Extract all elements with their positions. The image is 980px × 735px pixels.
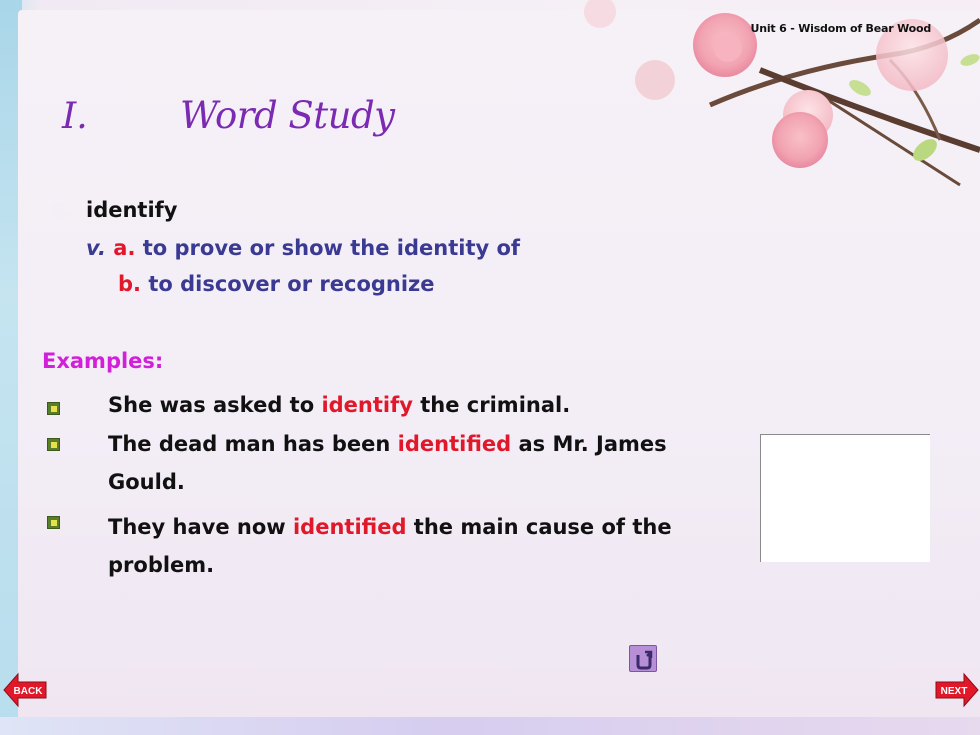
next-arrow-icon: NEXT: [935, 672, 979, 708]
return-button[interactable]: [629, 645, 657, 672]
headword: identify: [86, 198, 178, 222]
definition-text-a: to prove or show the identity of: [142, 236, 521, 260]
definition-a: v. a. to prove or show the identity of: [86, 236, 520, 260]
example-sentence: She was asked to identify the criminal.: [108, 386, 570, 424]
section-number: I.: [62, 96, 88, 137]
back-arrow-icon: BACK: [3, 672, 47, 708]
example-highlight: identified: [397, 432, 512, 456]
part-of-speech: v.: [86, 236, 106, 260]
unit-label: Unit 6 - Wisdom of Bear Wood: [750, 22, 932, 35]
next-button[interactable]: NEXT: [934, 671, 980, 709]
bottom-band: [0, 717, 980, 735]
definition-marker-a: a.: [113, 236, 136, 260]
example-text: They have now: [108, 515, 293, 539]
page-title: Word Study: [180, 94, 395, 137]
examples-label: Examples:: [42, 349, 164, 373]
media-placeholder-box: [760, 434, 930, 562]
back-button[interactable]: BACK: [2, 671, 48, 709]
svg-text:NEXT: NEXT: [941, 686, 968, 697]
square-bullet-icon: [47, 438, 60, 451]
example-highlight: identified: [292, 515, 407, 539]
example-text: The dead man has been: [108, 432, 398, 456]
definition-marker-b: b.: [118, 272, 142, 296]
square-bullet-icon: [47, 516, 60, 529]
example-text: the criminal.: [412, 393, 571, 417]
square-bullet-icon: [47, 402, 60, 415]
example-sentence: The dead man has been identified as Mr. …: [108, 425, 728, 501]
svg-text:BACK: BACK: [14, 686, 44, 697]
example-sentence: They have now identified the main cause …: [108, 508, 738, 584]
word-number: 8.: [52, 199, 75, 223]
example-highlight: identify: [321, 393, 413, 417]
definition-b: b. to discover or recognize: [118, 272, 435, 296]
definition-text-b: to discover or recognize: [148, 272, 435, 296]
return-arrow-icon: [636, 650, 653, 670]
example-text: She was asked to: [108, 393, 322, 417]
